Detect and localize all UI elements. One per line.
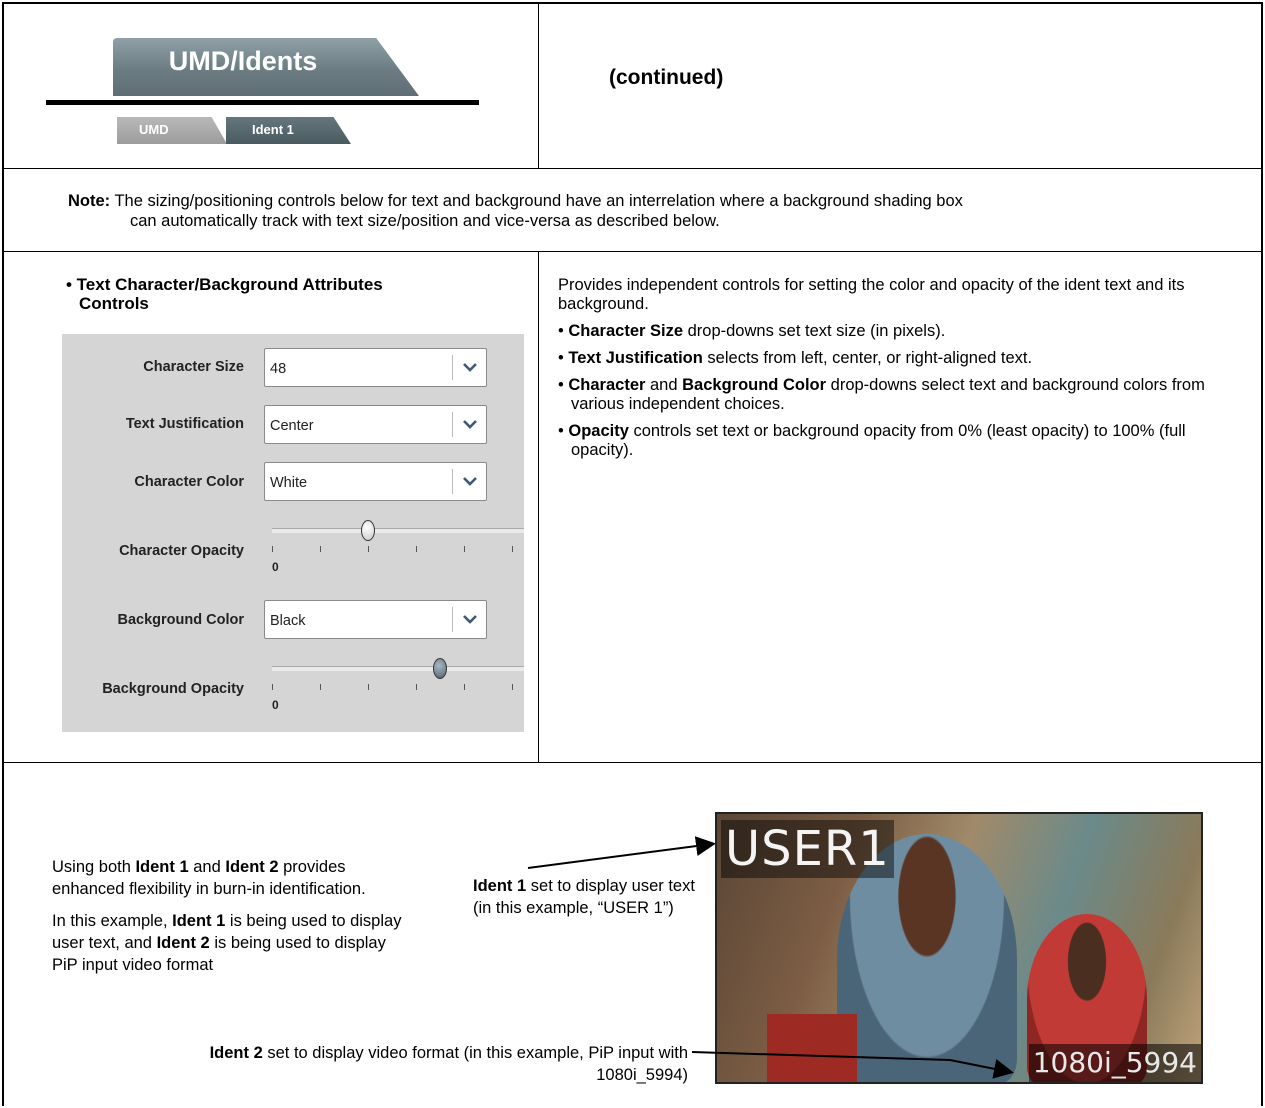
character-color-value: White bbox=[270, 475, 308, 491]
bold-text: Ident 2 bbox=[225, 858, 279, 876]
tab-umd-label: UMD bbox=[139, 122, 169, 137]
bullet-text: controls set text or background opacity … bbox=[571, 422, 1186, 459]
character-opacity-slider[interactable]: 0 bbox=[272, 520, 524, 580]
bold-text: Ident 2 bbox=[156, 934, 210, 952]
ident-2-callout: Ident 2 set to display video format (in … bbox=[140, 1042, 688, 1086]
text-justification-select[interactable]: Center bbox=[264, 405, 487, 444]
character-size-value: 48 bbox=[270, 361, 287, 377]
slider-min-label: 0 bbox=[272, 560, 279, 574]
bullet-color: • Character and Background Color drop-do… bbox=[558, 376, 1205, 413]
character-color-select[interactable]: White bbox=[264, 462, 487, 501]
character-size-label: Character Size bbox=[143, 359, 244, 375]
tab-ident-1-label: Ident 1 bbox=[252, 122, 294, 137]
slider-tick bbox=[272, 684, 273, 690]
slider-tick bbox=[368, 684, 369, 690]
section-title: • Text Character/Background Attributes C… bbox=[66, 275, 383, 313]
note-text-1: The sizing/positioning controls below fo… bbox=[110, 192, 963, 210]
slider-thumb[interactable] bbox=[361, 520, 375, 541]
bullet-bold: Background Color bbox=[682, 376, 827, 394]
character-opacity-label: Character Opacity bbox=[119, 543, 244, 559]
note-label: Note: bbox=[68, 192, 111, 210]
note-text-2: can automatically track with text size/p… bbox=[130, 212, 720, 230]
description-intro: Provides independent controls for settin… bbox=[558, 276, 1185, 313]
slider-tick bbox=[512, 546, 513, 552]
background-color-value: Black bbox=[270, 613, 306, 629]
bullet-bold: Opacity bbox=[568, 422, 629, 440]
text: set to display video format (in this exa… bbox=[262, 1044, 688, 1084]
column-divider bbox=[538, 4, 539, 168]
bold-text: Ident 1 bbox=[135, 858, 189, 876]
text: In this example, bbox=[52, 912, 173, 930]
continued-heading: (continued) bbox=[609, 66, 724, 89]
slider-min-label: 0 bbox=[272, 698, 279, 712]
description: Provides independent controls for settin… bbox=[558, 276, 1248, 468]
slider-tick bbox=[464, 546, 465, 552]
example-video-frame: USER1 1080i_5994 bbox=[715, 812, 1203, 1084]
example-intro: Using both Ident 1 and Ident 2 provides … bbox=[52, 856, 412, 986]
divider bbox=[4, 251, 1261, 252]
slider-tick bbox=[464, 684, 465, 690]
slider-tick bbox=[320, 684, 321, 690]
text-justification-label: Text Justification bbox=[125, 416, 244, 432]
divider bbox=[4, 168, 1261, 169]
slider-thumb[interactable] bbox=[433, 658, 447, 679]
slider-tick bbox=[512, 684, 513, 690]
main-tab-umd-idents[interactable]: UMD/Idents bbox=[113, 46, 373, 77]
character-color-label: Character Color bbox=[134, 474, 244, 490]
video-ident-1-overlay: USER1 bbox=[721, 820, 894, 878]
ident-1-callout: Ident 1 set to display user text (in thi… bbox=[473, 875, 703, 919]
video-ident-2-overlay: 1080i_5994 bbox=[1028, 1044, 1201, 1082]
bold-text: Ident 1 bbox=[172, 912, 226, 930]
chevron-down-icon bbox=[463, 477, 477, 486]
bold-text: Ident 2 bbox=[209, 1044, 263, 1062]
tab-rule bbox=[46, 100, 479, 105]
slider-tick bbox=[272, 546, 273, 552]
bold-text: Ident 1 bbox=[473, 877, 527, 895]
character-size-select[interactable]: 48 bbox=[264, 348, 487, 387]
slider-track bbox=[272, 528, 524, 533]
bullet-character-size: • Character Size drop-downs set text siz… bbox=[558, 322, 946, 340]
chevron-down-icon bbox=[463, 363, 477, 372]
video-scene-box bbox=[767, 1014, 857, 1082]
attributes-controls-panel: Character Size 48 Text Justification Cen… bbox=[62, 334, 524, 732]
bullet-text: selects from left, center, or right-alig… bbox=[702, 349, 1033, 367]
example-paragraph-1: Using both Ident 1 and Ident 2 provides … bbox=[52, 856, 412, 900]
chevron-down-icon bbox=[463, 615, 477, 624]
bullet-bold: Character Size bbox=[568, 322, 684, 340]
select-separator bbox=[452, 355, 453, 380]
bullet-opacity: • Opacity controls set text or backgroun… bbox=[558, 422, 1186, 459]
bullet-bold: Character bbox=[568, 376, 646, 394]
select-separator bbox=[452, 412, 453, 437]
background-opacity-slider[interactable]: 0 bbox=[272, 658, 524, 718]
background-opacity-label: Background Opacity bbox=[102, 681, 244, 697]
section-title-line-1: • Text Character/Background Attributes bbox=[66, 275, 383, 294]
divider bbox=[4, 762, 1261, 763]
slider-tick bbox=[368, 546, 369, 552]
background-color-select[interactable]: Black bbox=[264, 600, 487, 639]
bullet-text: drop-downs set text size (in pixels). bbox=[683, 322, 946, 340]
text: Using both bbox=[52, 858, 136, 876]
text-justification-value: Center bbox=[270, 418, 314, 434]
section-title-line-2: Controls bbox=[79, 294, 149, 313]
slider-tick bbox=[416, 684, 417, 690]
chevron-down-icon bbox=[463, 420, 477, 429]
bullet-text: and bbox=[645, 376, 683, 394]
note: Note: The sizing/positioning controls be… bbox=[68, 191, 1238, 231]
slider-tick bbox=[416, 546, 417, 552]
background-color-label: Background Color bbox=[117, 612, 244, 628]
select-separator bbox=[452, 469, 453, 494]
text: and bbox=[188, 858, 226, 876]
bullet-bold: Text Justification bbox=[568, 349, 703, 367]
column-divider bbox=[538, 251, 539, 762]
bullet-text-justification: • Text Justification selects from left, … bbox=[558, 349, 1033, 367]
slider-tick bbox=[320, 546, 321, 552]
select-separator bbox=[452, 607, 453, 632]
slider-track bbox=[272, 666, 524, 671]
example-paragraph-2: In this example, Ident 1 is being used t… bbox=[52, 910, 412, 976]
tab-umd[interactable] bbox=[117, 117, 227, 144]
